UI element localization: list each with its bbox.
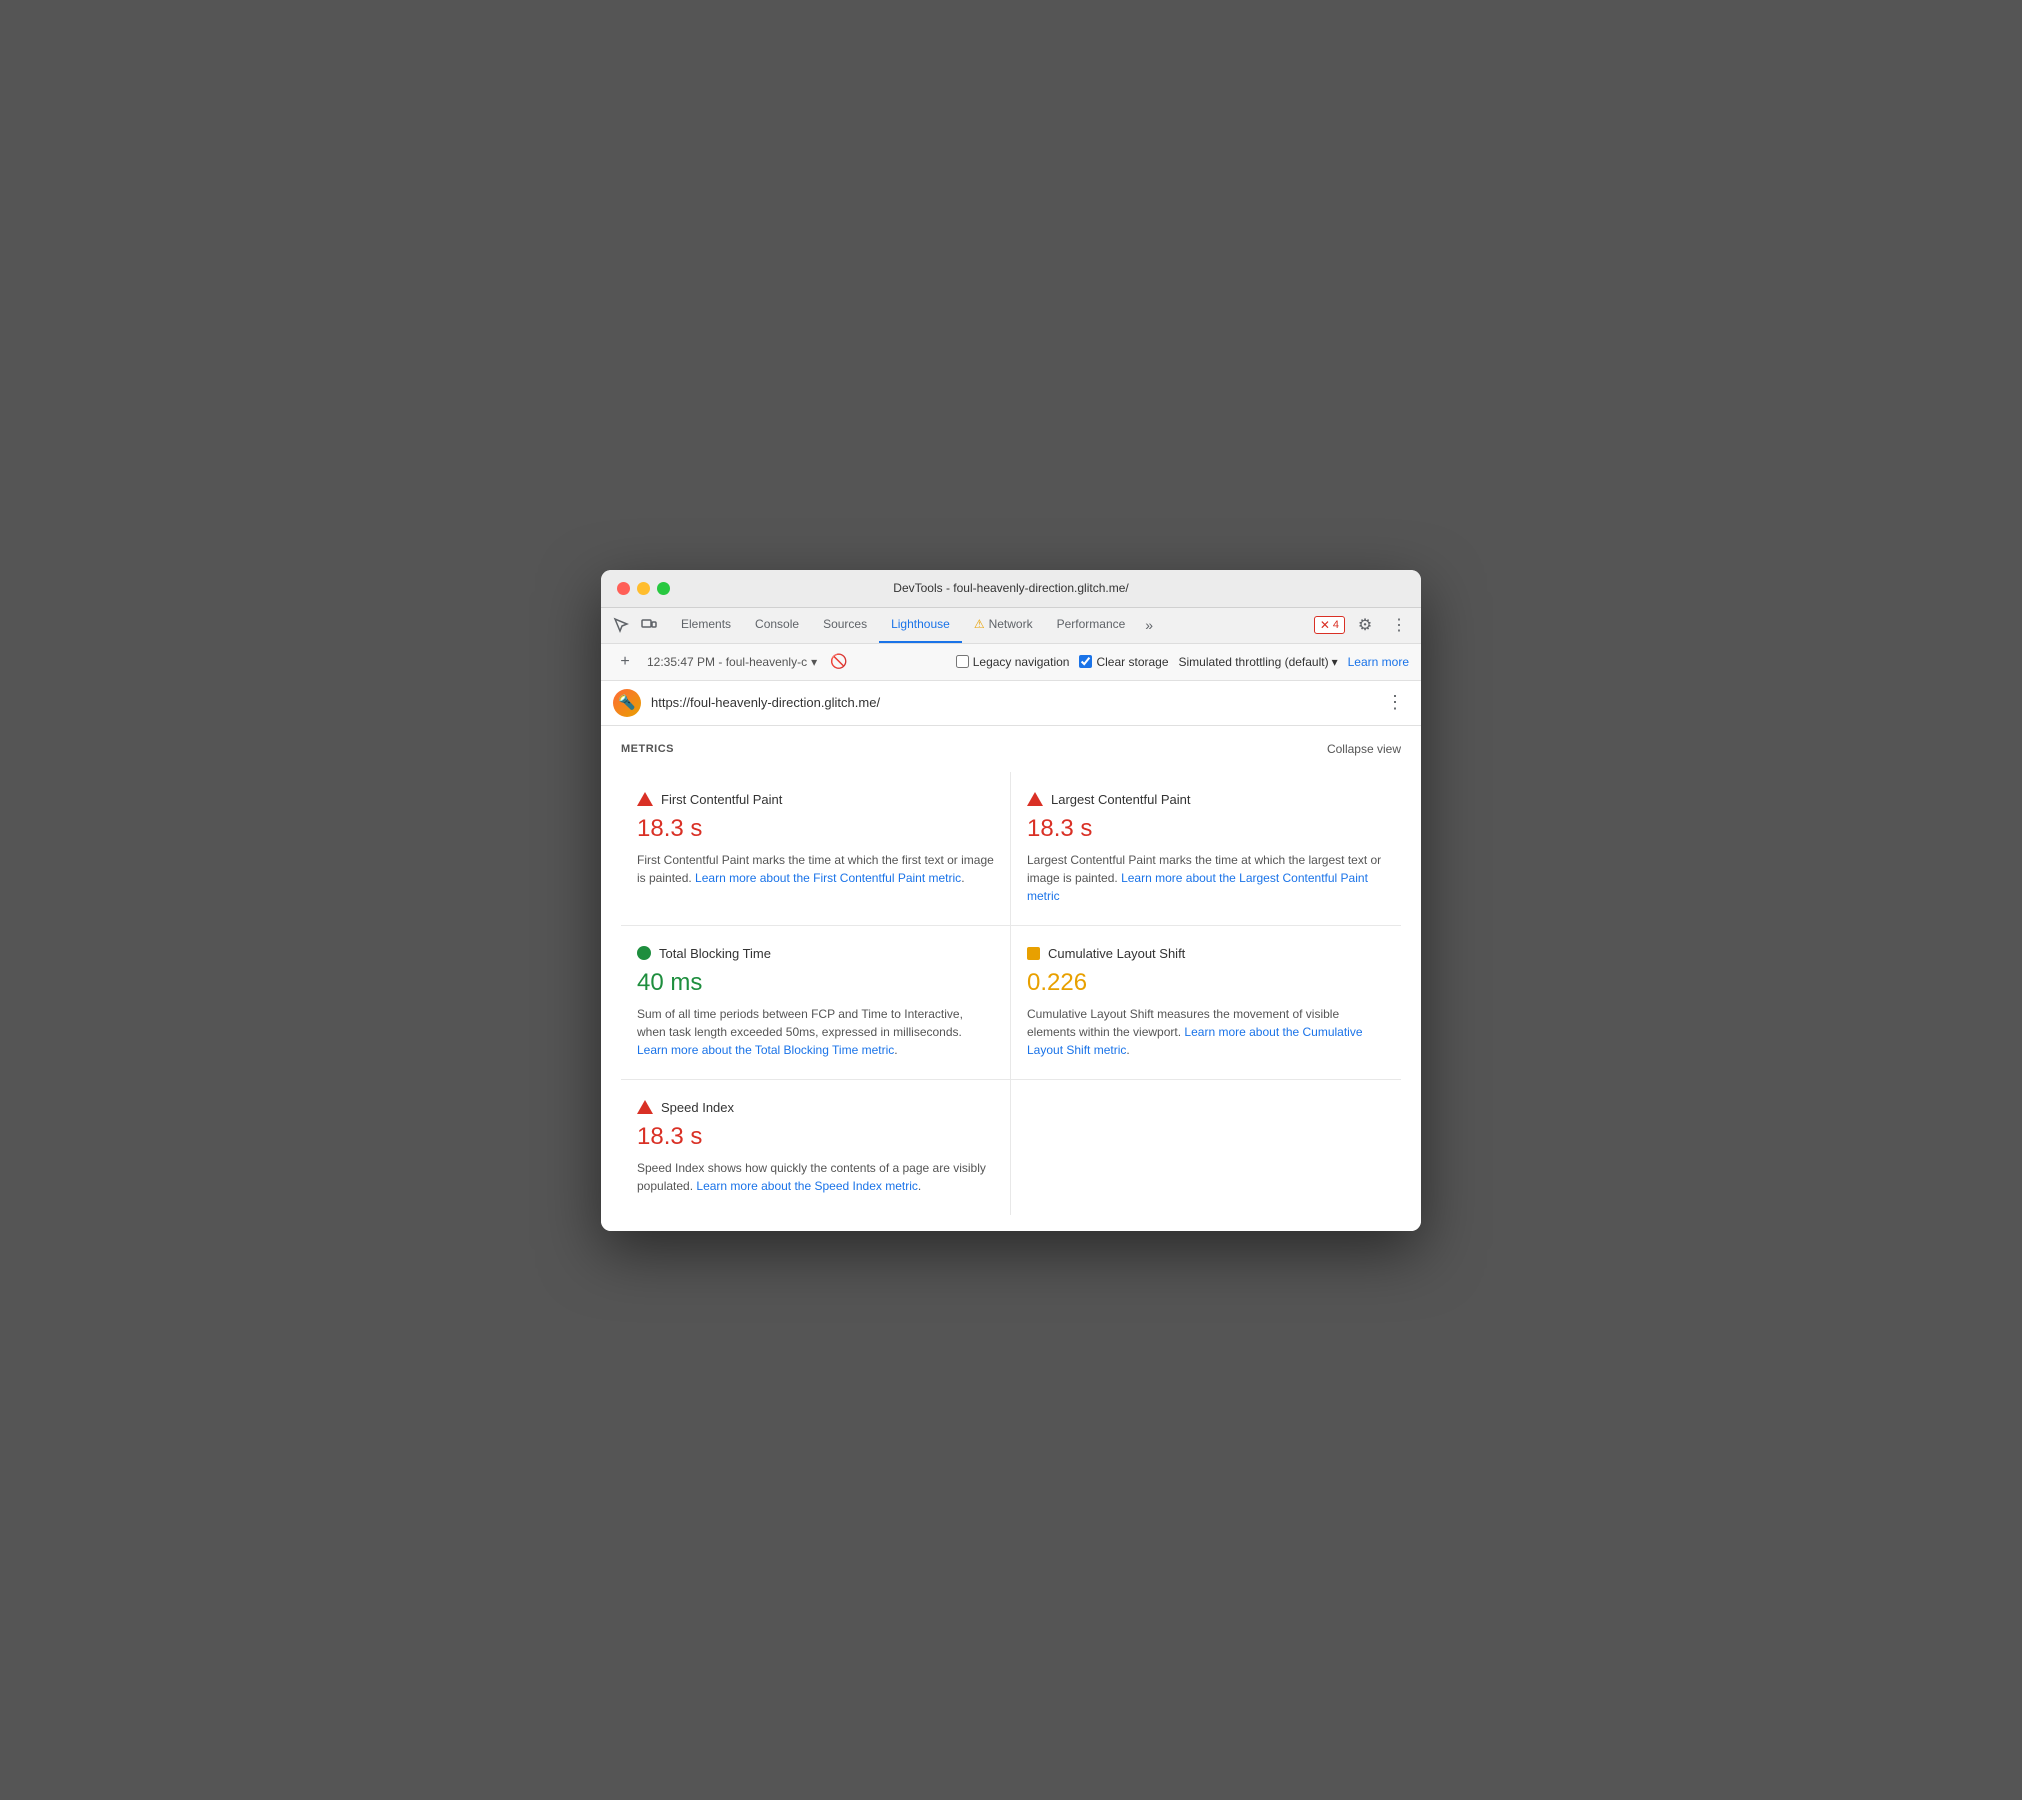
add-button[interactable]: +: [613, 650, 637, 674]
metric-description-lcp: Largest Contentful Paint marks the time …: [1027, 851, 1385, 905]
error-count: 4: [1333, 619, 1339, 631]
throttle-dropdown-icon: ▾: [1332, 655, 1338, 669]
legacy-nav-checkbox[interactable]: [956, 655, 969, 668]
metric-link-tbt[interactable]: Learn more about the Total Blocking Time…: [637, 1043, 894, 1057]
device-toolbar-icon[interactable]: [637, 613, 661, 637]
metric-description-si: Speed Index shows how quickly the conten…: [637, 1159, 994, 1195]
tab-network[interactable]: ⚠ Network: [962, 608, 1045, 643]
main-content: METRICS Collapse view First Contentful P…: [601, 726, 1421, 1231]
minimize-button[interactable]: [637, 582, 650, 595]
dropdown-arrow-icon[interactable]: ▾: [811, 655, 817, 669]
lighthouse-logo-icon: 🔦: [613, 689, 641, 717]
collapse-view-button[interactable]: Collapse view: [1327, 742, 1401, 756]
metric-name-si: Speed Index: [661, 1100, 734, 1115]
devtools-window: DevTools - foul-heavenly-direction.glitc…: [601, 570, 1421, 1231]
settings-button[interactable]: ⚙: [1351, 611, 1379, 639]
titlebar: DevTools - foul-heavenly-direction.glitc…: [601, 570, 1421, 608]
tab-list: Elements Console Sources Lighthouse ⚠ Ne…: [669, 608, 1314, 643]
metric-card-si: Speed Index 18.3 s Speed Index shows how…: [621, 1080, 1011, 1215]
devtools-toolbar: Elements Console Sources Lighthouse ⚠ Ne…: [601, 608, 1421, 644]
time-indicator: 12:35:47 PM - foul-heavenly-c ▾: [647, 655, 817, 669]
metric-header-si: Speed Index: [637, 1100, 994, 1115]
url-bar: 🔦 https://foul-heavenly-direction.glitch…: [601, 681, 1421, 726]
metrics-grid: First Contentful Paint 18.3 s First Cont…: [621, 772, 1401, 1215]
metric-name-tbt: Total Blocking Time: [659, 946, 771, 961]
tab-sources[interactable]: Sources: [811, 608, 879, 643]
red-triangle-icon-si: [637, 1100, 653, 1114]
more-tabs-button[interactable]: »: [1137, 608, 1161, 643]
network-warning-icon: ⚠: [974, 617, 985, 631]
red-triangle-icon-lcp: [1027, 792, 1043, 806]
metric-link-si[interactable]: Learn more about the Speed Index metric: [696, 1179, 917, 1193]
error-badge[interactable]: ✕ 4: [1314, 616, 1345, 634]
metric-card-cls: Cumulative Layout Shift 0.226 Cumulative…: [1011, 926, 1401, 1080]
clear-storage-checkbox[interactable]: [1079, 655, 1092, 668]
metric-link-fcp[interactable]: Learn more about the First Contentful Pa…: [695, 871, 961, 885]
metric-name-fcp: First Contentful Paint: [661, 792, 782, 807]
maximize-button[interactable]: [657, 582, 670, 595]
window-title: DevTools - foul-heavenly-direction.glitc…: [893, 581, 1128, 595]
toolbar-right: ✕ 4 ⚙ ⋮: [1314, 611, 1413, 639]
metric-value-si: 18.3 s: [637, 1123, 994, 1151]
traffic-lights: [617, 582, 670, 595]
url-menu-button[interactable]: ⋮: [1381, 689, 1409, 717]
vertical-dots-icon: ⋮: [1391, 615, 1407, 635]
green-circle-icon-tbt: [637, 946, 651, 960]
throttle-select[interactable]: Simulated throttling (default) ▾: [1179, 655, 1338, 669]
secondary-toolbar: + 12:35:47 PM - foul-heavenly-c ▾ 🚫 Lega…: [601, 644, 1421, 681]
metric-header-fcp: First Contentful Paint: [637, 792, 994, 807]
clear-storage-checkbox-label[interactable]: Clear storage: [1079, 655, 1168, 669]
page-url: https://foul-heavenly-direction.glitch.m…: [651, 695, 1371, 710]
more-options-button[interactable]: ⋮: [1385, 611, 1413, 639]
metric-description-tbt: Sum of all time periods between FCP and …: [637, 1005, 994, 1059]
learn-more-link[interactable]: Learn more: [1348, 655, 1409, 669]
metric-header-tbt: Total Blocking Time: [637, 946, 994, 961]
metric-header-lcp: Largest Contentful Paint: [1027, 792, 1385, 807]
metric-description-fcp: First Contentful Paint marks the time at…: [637, 851, 994, 887]
metrics-header: METRICS Collapse view: [621, 742, 1401, 756]
metric-value-lcp: 18.3 s: [1027, 815, 1385, 843]
metric-card-empty: [1011, 1080, 1401, 1215]
metric-description-cls: Cumulative Layout Shift measures the mov…: [1027, 1005, 1385, 1059]
tab-performance[interactable]: Performance: [1045, 608, 1138, 643]
metric-value-tbt: 40 ms: [637, 969, 994, 997]
metric-header-cls: Cumulative Layout Shift: [1027, 946, 1385, 961]
metric-value-fcp: 18.3 s: [637, 815, 994, 843]
metric-value-cls: 0.226: [1027, 969, 1385, 997]
close-button[interactable]: [617, 582, 630, 595]
block-icon[interactable]: 🚫: [827, 650, 851, 674]
time-text: 12:35:47 PM - foul-heavenly-c: [647, 655, 807, 669]
orange-square-icon-cls: [1027, 947, 1040, 960]
tab-lighthouse[interactable]: Lighthouse: [879, 608, 962, 643]
gear-icon: ⚙: [1358, 615, 1372, 635]
inspect-icon[interactable]: [609, 613, 633, 637]
metrics-section-title: METRICS: [621, 743, 674, 755]
tab-console[interactable]: Console: [743, 608, 811, 643]
metric-card-tbt: Total Blocking Time 40 ms Sum of all tim…: [621, 926, 1011, 1080]
metric-card-lcp: Largest Contentful Paint 18.3 s Largest …: [1011, 772, 1401, 926]
url-more-icon: ⋮: [1386, 692, 1404, 713]
metric-name-lcp: Largest Contentful Paint: [1051, 792, 1190, 807]
legacy-nav-checkbox-label[interactable]: Legacy navigation: [956, 655, 1070, 669]
red-triangle-icon-fcp: [637, 792, 653, 806]
metric-card-fcp: First Contentful Paint 18.3 s First Cont…: [621, 772, 1011, 926]
tab-elements[interactable]: Elements: [669, 608, 743, 643]
metric-name-cls: Cumulative Layout Shift: [1048, 946, 1185, 961]
error-icon: ✕: [1320, 618, 1330, 632]
toolbar-icons: [609, 613, 661, 637]
